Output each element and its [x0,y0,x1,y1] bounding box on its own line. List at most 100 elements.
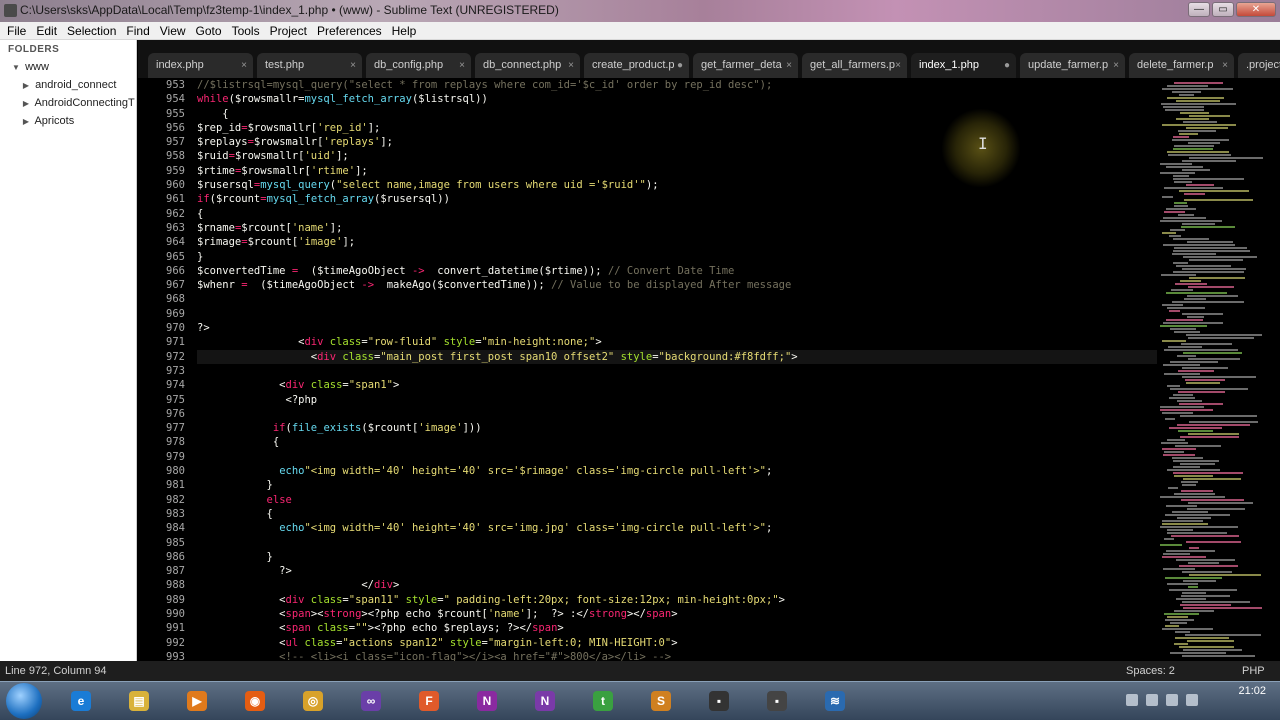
code-line[interactable]: { [197,435,1157,449]
code-line[interactable]: } [197,250,1157,264]
code-line[interactable]: ?> [197,564,1157,578]
menu-selection[interactable]: Selection [62,22,121,40]
firefox-icon[interactable]: ◉ [238,685,272,717]
code-line[interactable]: echo"<img width='40' height='40' src='im… [197,521,1157,535]
code-line[interactable]: <div class="main_post first_post span10 … [197,349,1157,364]
taskbar-clock[interactable]: 21:02 [1238,684,1266,698]
menu-view[interactable]: View [155,22,191,40]
gtalk-icon[interactable]: t [586,685,620,717]
folder-item[interactable]: ▶ Apricots [0,112,136,130]
cmd2-icon[interactable]: ▪ [760,685,794,717]
maximize-button[interactable]: ▭ [1212,2,1234,17]
code-line[interactable] [197,307,1157,321]
media-player-icon[interactable]: ▶ [180,685,214,717]
close-tab-icon[interactable]: × [786,53,792,78]
code-line[interactable]: <div class="row-fluid" style="min-height… [197,335,1157,349]
code-line[interactable] [197,450,1157,464]
expanded-arrow-icon[interactable]: ▼ [10,59,22,77]
tab-db-connect-php[interactable]: db_connect.php × [475,53,580,78]
tab-get-farmer-deta[interactable]: get_farmer_deta × [693,53,798,78]
code-line[interactable]: <div class="span11" style=" padding-left… [197,593,1157,607]
close-button[interactable]: ✕ [1236,2,1276,17]
code-line[interactable]: <!-- <li><i class="icon-flag"></i><a hre… [197,650,1157,661]
tab-create-product-p[interactable]: create_product.p ● [584,53,689,78]
code-editor[interactable]: 953 954 955 956 957 958 959 960 961 962 963 964 965 9… [138,78,1158,661]
cmd-icon[interactable]: ▪ [702,685,736,717]
tab-get-all-farmers-p[interactable]: get_all_farmers.p × [802,53,907,78]
close-tab-icon[interactable]: × [459,53,465,78]
onenote-icon[interactable]: N [470,685,504,717]
tray-flag-icon[interactable] [1126,694,1138,706]
menu-goto[interactable]: Goto [191,22,227,40]
menu-edit[interactable]: Edit [31,22,62,40]
code-line[interactable]: } [197,478,1157,492]
menu-project[interactable]: Project [265,22,312,40]
code-line[interactable] [197,407,1157,421]
code-line[interactable] [197,364,1157,378]
code-line[interactable] [197,536,1157,550]
code-line[interactable]: ?> [197,321,1157,335]
code-line[interactable]: { [197,507,1157,521]
code-line[interactable]: <?php [197,393,1157,407]
menu-preferences[interactable]: Preferences [312,22,387,40]
code-line[interactable]: { [197,207,1157,221]
folder-item[interactable]: ▶ AndroidConnectingT [0,94,136,112]
code-line[interactable]: <ul class="actions span12" style="margin… [197,636,1157,650]
code-line[interactable]: <div class="span1"> [197,378,1157,392]
code-line[interactable] [197,292,1157,306]
tray-network-icon[interactable] [1146,694,1158,706]
explorer-icon[interactable]: ▤ [122,685,156,717]
wifi-icon[interactable]: ≋ [818,685,852,717]
unsaved-dot-icon[interactable]: ● [677,53,683,78]
menu-file[interactable]: File [2,22,31,40]
collapsed-arrow-icon[interactable]: ▶ [20,113,32,131]
code-line[interactable]: $rusersql=mysql_query("select name,image… [197,178,1157,192]
code-line[interactable]: <span><strong><?php echo $rcount['name']… [197,607,1157,621]
tab-delete-farmer-p[interactable]: delete_farmer.p × [1129,53,1234,78]
close-tab-icon[interactable]: × [1113,53,1119,78]
start-button[interactable] [6,683,42,719]
code-line[interactable]: if($rcount=mysql_fetch_array($rusersql)) [197,192,1157,206]
code-line[interactable]: $rname=$rcount['name']; [197,221,1157,235]
menu-tools[interactable]: Tools [227,22,265,40]
menu-find[interactable]: Find [121,22,154,40]
folder-root[interactable]: ▼ www [0,58,136,76]
indentation-setting[interactable]: Spaces: 2 [1126,661,1175,681]
tab-index-1-php[interactable]: index_1.php ● [911,53,1016,78]
collapsed-arrow-icon[interactable]: ▶ [20,77,32,95]
onenote2-icon[interactable]: N [528,685,562,717]
syntax-selector[interactable]: PHP [1242,661,1265,681]
folder-item[interactable]: ▶ android_connect [0,76,136,94]
code-line[interactable]: </div> [197,578,1157,592]
code-line[interactable]: $convertedTime = ($timeAgoObject -> conv… [197,264,1157,278]
code-line[interactable]: echo"<img width='40' height='40' src='$r… [197,464,1157,478]
chrome-icon[interactable]: ◎ [296,685,330,717]
tab-index-php[interactable]: index.php × [148,53,253,78]
code-line[interactable]: } [197,550,1157,564]
menu-help[interactable]: Help [387,22,422,40]
tab-test-php[interactable]: test.php × [257,53,362,78]
close-tab-icon[interactable]: × [1222,53,1228,78]
code-line[interactable]: else [197,493,1157,507]
ie-icon[interactable]: e [64,685,98,717]
tray-volume-icon[interactable] [1186,694,1198,706]
sublime-icon[interactable]: S [644,685,678,717]
code-line[interactable]: if(file_exists($rcount['image'])) [197,421,1157,435]
close-tab-icon[interactable]: × [350,53,356,78]
code-line[interactable]: //$listrsql=mysql_query("select * from r… [197,78,1157,92]
code-line[interactable]: { [197,107,1157,121]
minimap[interactable] [1158,78,1280,661]
close-tab-icon[interactable]: × [895,53,901,78]
visual-studio-icon[interactable]: ∞ [354,685,388,717]
tab-update-farmer-p[interactable]: update_farmer.p × [1020,53,1125,78]
code-line[interactable]: $whenr = ($timeAgoObject -> makeAgo($con… [197,278,1157,292]
code-line[interactable]: <span class=""><?php echo $replays; ?></… [197,621,1157,635]
filezilla-icon[interactable]: F [412,685,446,717]
close-tab-icon[interactable]: × [241,53,247,78]
tab--project[interactable]: .project× [1238,53,1280,78]
close-tab-icon[interactable]: × [568,53,574,78]
minimize-button[interactable]: — [1188,2,1210,17]
collapsed-arrow-icon[interactable]: ▶ [20,95,32,113]
code-line[interactable]: $rimage=$rcount['image']; [197,235,1157,249]
code-line[interactable]: while($rowsmallr=mysql_fetch_array($list… [197,92,1157,106]
